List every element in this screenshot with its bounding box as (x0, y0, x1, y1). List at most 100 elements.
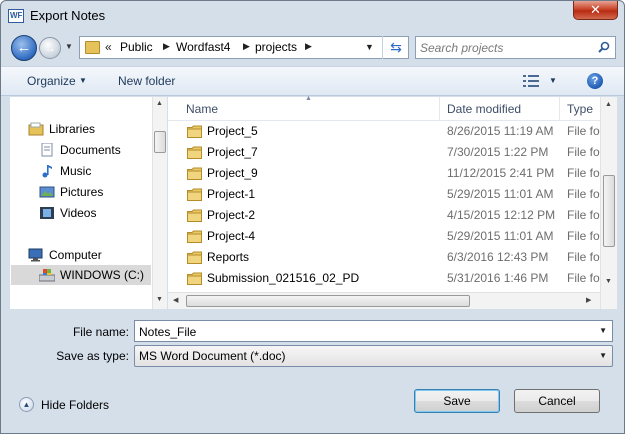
videos-icon (40, 207, 54, 219)
column-divider[interactable] (439, 97, 440, 121)
breadcrumb-public[interactable]: Public (120, 40, 153, 54)
music-icon (42, 165, 52, 178)
scroll-up-arrow[interactable]: ▲ (156, 100, 163, 107)
chevron-down-icon[interactable]: ▼ (599, 326, 607, 335)
date-modified-cell: 5/29/2015 11:01 AM (447, 187, 554, 201)
folder-icon (187, 230, 202, 243)
type-cell: File folder (567, 145, 601, 159)
new-folder-button[interactable]: New folder (118, 74, 175, 88)
column-name[interactable]: Name (186, 102, 218, 116)
type-cell: File folder (567, 208, 601, 222)
file-name-cell: Project-2 (207, 208, 256, 222)
file-row[interactable]: Reports 6/3/2016 12:43 PM File folder (168, 247, 601, 268)
file-row[interactable]: Submission_021516_02_PD 5/31/2016 1:46 PM… (168, 268, 601, 289)
save-as-type-value: MS Word Document (*.doc) (139, 349, 286, 363)
scroll-left-arrow[interactable]: ◀ (173, 296, 178, 304)
breadcrumb-overflow-chevron[interactable]: « (105, 40, 112, 54)
folder-icon (187, 251, 202, 264)
date-modified-cell: 7/30/2015 1:22 PM (447, 145, 549, 159)
file-name-input[interactable] (139, 324, 589, 339)
help-button[interactable]: ? (587, 73, 603, 89)
save-button[interactable]: Save (414, 389, 500, 413)
file-row[interactable]: Project-2 4/15/2015 12:12 PM File folder (168, 205, 601, 226)
chevron-right-icon[interactable]: ▶ (305, 41, 312, 52)
type-cell: File folder (567, 229, 601, 243)
organize-button[interactable]: Organize (27, 74, 76, 88)
navigation-pane: Libraries Documents Music Pictures Video… (10, 97, 167, 309)
refresh-button[interactable]: ⇆ (382, 36, 409, 59)
column-type[interactable]: Type (567, 102, 593, 116)
file-list-horizontal-scrollbar[interactable]: ◀ ▶ (168, 292, 600, 309)
chevron-right-icon[interactable]: ▶ (243, 41, 250, 52)
file-name-cell: Submission_021516_02_PD (207, 271, 360, 285)
file-name-cell: Project_9 (207, 166, 258, 180)
view-dropdown[interactable]: ▼ (549, 76, 557, 85)
chevron-down-icon[interactable]: ▼ (599, 351, 607, 360)
save-as-type-label: Save as type: (56, 349, 129, 363)
type-cell: File folder (567, 166, 601, 180)
address-bar[interactable]: « Public ▶ Wordfast4 ▶ projects ▶ ▼ ⇆ (79, 36, 409, 59)
file-row[interactable]: Project_5 8/26/2015 11:19 AM File folder (168, 121, 601, 142)
folder-icon (85, 41, 100, 54)
type-cell: File folder (567, 271, 601, 285)
folder-icon (187, 209, 202, 222)
file-name-label: File name: (72, 325, 129, 339)
date-modified-cell: 5/29/2015 11:01 AM (447, 229, 554, 243)
scroll-up-arrow[interactable]: ▲ (605, 101, 612, 108)
view-options-icon[interactable] (523, 75, 539, 87)
refresh-icon: ⇆ (390, 39, 402, 55)
file-name-field[interactable]: ▼ (134, 320, 613, 342)
chevron-down-icon[interactable]: ▼ (79, 76, 87, 85)
type-cell: File folder (567, 124, 601, 138)
hide-folders-label: Hide Folders (41, 398, 110, 412)
file-row[interactable]: Project-1 5/29/2015 11:01 AM File folder (168, 184, 601, 205)
scroll-right-arrow[interactable]: ▶ (586, 296, 591, 304)
pictures-icon (39, 186, 55, 198)
app-icon: WF (8, 9, 24, 23)
type-cell: File folder (567, 250, 601, 264)
libraries-icon (28, 122, 44, 136)
column-date-modified[interactable]: Date modified (447, 102, 521, 116)
folder-icon (187, 188, 202, 201)
back-button[interactable]: ← (11, 35, 37, 61)
chevron-up-icon: ▲ (19, 397, 34, 412)
drive-icon (39, 269, 55, 282)
column-divider[interactable] (559, 97, 560, 121)
file-name-cell: Project-4 (207, 229, 256, 243)
window-title: Export Notes (30, 8, 106, 23)
file-row[interactable]: Project_9 11/12/2015 2:41 PM File folder (168, 163, 601, 184)
date-modified-cell: 11/12/2015 2:41 PM (447, 166, 555, 180)
nav-pane-scrollbar[interactable]: ▲ ▼ (152, 97, 167, 309)
command-toolbar: Organize ▼ New folder ▼ ? (1, 66, 624, 96)
save-as-type-select[interactable]: MS Word Document (*.doc) ▼ (134, 345, 613, 367)
file-row[interactable]: Project-4 5/29/2015 11:01 AM File folder (168, 226, 601, 247)
scroll-down-arrow[interactable]: ▼ (156, 296, 163, 303)
scroll-down-arrow[interactable]: ▼ (605, 278, 612, 285)
file-list: ▲ Name Date modified Type Project_5 8/26/… (168, 95, 617, 309)
chevron-right-icon[interactable]: ▶ (163, 41, 170, 52)
file-list-vertical-scrollbar[interactable]: ▲ ▼ (600, 97, 617, 309)
scrollbar-thumb[interactable] (186, 295, 470, 307)
computer-icon (28, 248, 43, 262)
documents-icon (41, 143, 53, 157)
recent-locations-dropdown[interactable]: ▼ (65, 42, 73, 51)
breadcrumb-projects[interactable]: projects (255, 40, 297, 54)
close-button[interactable]: ✕ (573, 1, 618, 20)
cancel-button[interactable]: Cancel (514, 389, 600, 413)
scrollbar-thumb[interactable] (603, 175, 615, 247)
forward-button[interactable]: → (39, 37, 61, 59)
search-box[interactable] (415, 36, 616, 59)
address-dropdown[interactable]: ▼ (365, 42, 374, 52)
scrollbar-thumb[interactable] (154, 131, 166, 153)
file-row[interactable]: Project_7 7/30/2015 1:22 PM File folder (168, 142, 601, 163)
column-header-row: ▲ Name Date modified Type (168, 95, 617, 121)
date-modified-cell: 8/26/2015 11:19 AM (447, 124, 554, 138)
folder-icon (187, 146, 202, 159)
search-icon[interactable] (598, 41, 610, 53)
folder-icon (187, 125, 202, 138)
date-modified-cell: 6/3/2016 12:43 PM (447, 250, 549, 264)
file-name-cell: Project_7 (207, 145, 258, 159)
breadcrumb-wordfast4[interactable]: Wordfast4 (176, 40, 230, 54)
search-input[interactable] (420, 40, 590, 56)
save-dialog: WF Export Notes ✕ ← → ▼ « Public ▶ Wordf… (0, 0, 625, 434)
